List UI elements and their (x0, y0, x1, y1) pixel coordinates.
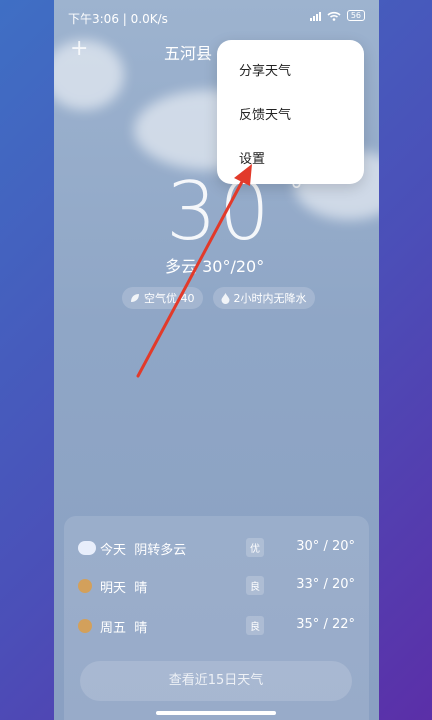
forecast-day-weather: 明天 晴 (100, 581, 148, 596)
forecast-row-today[interactable]: 今天 阴转多云 优 30° / 20° (78, 536, 355, 560)
menu-item-share[interactable]: 分享天气 (239, 60, 291, 79)
cloud-icon (78, 541, 96, 555)
status-bar: 下午3:06 | 0.0K/s 56 (68, 8, 365, 28)
forecast-temp: 35° / 22° (296, 617, 355, 632)
forecast-temp: 33° / 20° (296, 577, 355, 592)
rain-label: 2小时内无降水 (233, 292, 307, 305)
sun-icon (78, 579, 92, 593)
home-indicator[interactable] (156, 711, 276, 715)
rain-pill[interactable]: 2小时内无降水 (212, 287, 315, 309)
overflow-menu: 分享天气 反馈天气 设置 (217, 40, 364, 184)
signal-icon (309, 11, 321, 21)
forecast-aqi-badge: 良 (246, 576, 264, 595)
status-icons: 56 (309, 10, 365, 21)
add-city-button[interactable]: + (70, 38, 88, 60)
forecast-aqi-badge: 良 (246, 616, 264, 635)
forecast-row-friday[interactable]: 周五 晴 良 35° / 22° (78, 614, 355, 638)
drop-icon (221, 292, 229, 304)
info-pills: 空气优 40 2小时内无降水 (122, 287, 315, 309)
air-quality-label: 空气优 40 (144, 292, 195, 305)
phone-screen: 下午3:06 | 0.0K/s 56 + 五河县 30 ° 多云 30°/20°… (54, 0, 379, 720)
battery-icon: 56 (346, 10, 365, 21)
forecast-day-weather: 今天 阴转多云 (100, 543, 187, 558)
forecast-temp: 30° / 20° (296, 539, 355, 554)
forecast-row-tomorrow[interactable]: 明天 晴 良 33° / 20° (78, 574, 355, 598)
status-time: 下午3:06 | 0.0K/s (68, 12, 168, 26)
wifi-icon (327, 11, 341, 21)
sun-icon (78, 619, 92, 633)
forecast-card: 今天 阴转多云 优 30° / 20° 明天 晴 良 33° / 20° 周五 … (64, 516, 369, 720)
view-15-day-forecast-button[interactable]: 查看近15日天气 (80, 661, 352, 701)
forecast-day-weather: 周五 晴 (100, 621, 148, 636)
leaf-icon (131, 294, 139, 302)
menu-item-feedback[interactable]: 反馈天气 (239, 104, 291, 123)
menu-item-settings[interactable]: 设置 (239, 148, 265, 167)
air-quality-pill[interactable]: 空气优 40 (122, 287, 203, 309)
current-condition: 多云 30°/20° (165, 257, 265, 276)
city-title: 五河县 (164, 44, 213, 63)
forecast-aqi-badge: 优 (246, 538, 264, 557)
